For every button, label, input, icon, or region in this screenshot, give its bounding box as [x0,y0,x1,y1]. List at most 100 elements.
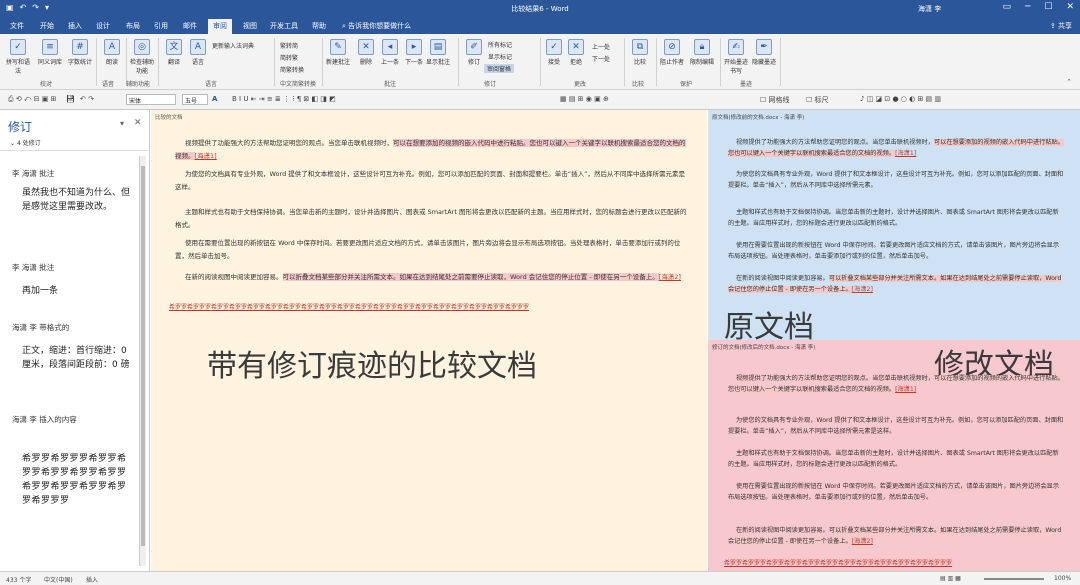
next-comment-icon: ▸ [406,39,422,55]
language-status[interactable]: 中文(中国) [44,575,73,584]
tab-design[interactable]: 设计 [96,21,110,31]
reject-button[interactable]: ✕ 拒绝 [562,39,590,66]
revision-body[interactable]: 希罗罗希罗罗罗希罗罗希罗罗希罗罗希罗罗希罗罗希罗罗希罗罗希罗罗希罗罗希罗罗罗 [22,452,134,508]
view-buttons[interactable]: ▤ ▥ ▦ [940,575,961,582]
zoom-slider[interactable] [984,578,1044,580]
show-comments-icon: ▤ [430,39,446,55]
minimize-icon[interactable]: ─ [1025,2,1030,12]
start-inking-button[interactable]: ✍ 开始墨迹书写 [722,39,750,75]
insert-mode[interactable]: 插入 [86,575,98,584]
word-count-button[interactable]: # 字数统计 [66,39,94,66]
revision-count[interactable]: ⌄ 4 处修订 [10,138,41,147]
trad-to-simp-button[interactable]: 繁转简 [280,41,298,50]
misc-icons[interactable]: ♪ ◫ ◪ ⊡ ● ○ ◐ ⊞ ▤ ▥ [860,95,941,103]
tab-file[interactable]: 文件 [10,21,24,31]
read-aloud-button[interactable]: A 朗读 [98,39,126,66]
next-change-button[interactable]: 下一处 [592,54,610,63]
thesaurus-icon: ≡ [42,39,58,55]
group-proofing: 校对 [40,81,53,88]
revision-body[interactable]: 再加一条 [22,284,134,298]
revisions-pane: 修订 ▾ ✕ ⌄ 4 处修订 李 海潇 批注 虽然我也不知道为什么、但是感觉这里… [0,110,150,571]
show-comments-button[interactable]: ▤ 显示批注 [424,39,452,66]
group-comments: 批注 [384,81,397,88]
new-comment-button[interactable]: ✎ 新建批注 [324,39,352,66]
revised-document[interactable]: 修订的文档(修改后的文档.docx - 海潇 李) 修改文档 视频提供了功能强大… [708,340,1080,571]
maximize-icon[interactable]: ☐ [1044,2,1052,12]
revision-body[interactable]: 虽然我也不知道为什么、但是感觉这里需要改改。 [22,186,134,214]
tab-home[interactable]: 开始 [40,21,54,31]
original-document[interactable]: 原文档(修改前的文档.docx - 海潇 李) 视频提供了功能强大的方法帮助您证… [708,110,1080,345]
user-name[interactable]: 海潇 李 [918,4,941,14]
compare-button[interactable]: ⧉ 比较 [626,39,654,66]
scrollbar-thumb[interactable] [141,166,145,546]
tell-me-search[interactable]: ⌕ 告诉我你想要做什么 [342,21,411,31]
revision-author: 海潇 李 插入的内容 [12,415,77,424]
ribbon-display-icon[interactable]: ▭ [1002,2,1011,12]
previous-change-button[interactable]: 上一处 [592,42,610,51]
group-speech: 语音 [102,81,115,88]
restrict-editing-icon: 🔒︎ [694,39,710,55]
separator [322,38,323,86]
chevron-down-icon: ⌄ [10,140,17,147]
paragraph: 视频提供了功能强大的方法帮助您证明您的观点。当您单击联机视频时，可以在想要添加的… [728,139,1064,157]
markup-dropdown[interactable]: 所有标记 [488,40,512,49]
tab-help[interactable]: 帮助 [312,21,326,31]
chinese-conversion-button[interactable]: 简繁转换 [280,65,304,74]
undo-icon[interactable]: ↶ ↷ [80,95,94,103]
check-accessibility-button[interactable]: ◎ 检查辅助功能 [128,39,156,75]
collapse-ribbon-icon[interactable]: ⌃ [1066,78,1072,86]
gridlines-checkbox[interactable]: ☐ 网格线 [760,95,790,105]
paragraph: 在新的阅读视图中阅读更加容易。可以折叠文档某些部分并关注所需文本。如果在达到结尾… [728,275,1062,293]
hide-ink-button[interactable]: ✒ 隐藏墨迹 [750,39,778,66]
save-icon[interactable]: 💾︎ [66,95,75,103]
separator [656,38,657,86]
tab-mailings[interactable]: 邮件 [183,21,197,31]
restrict-editing-button[interactable]: 🔒︎ 限制编辑 [688,39,716,66]
group-accessibility: 辅助功能 [126,81,151,88]
toolbar-icons[interactable]: ⎙ ⟲ ⤺ ⊟ ▣ ⊞ [8,95,56,104]
close-pane-icon[interactable]: ✕ [134,118,142,128]
simp-to-trad-button[interactable]: 简转繁 [280,53,298,62]
paragraph: 为使您的文档具有专业外观，Word 提供了和文本框设计，这些设计可互为补充。例如… [728,417,1064,435]
close-icon[interactable]: ✕ [1066,2,1074,12]
paragraph: 使用在需要位置出现的新按钮在 Word 中保存时间。若要更改图片适应文档的方式，… [728,483,1060,501]
format-buttons[interactable]: B I U ⇤ ⇥ ≡ ≣ ⋮ ⁝ ¶ ⊠ ◧ ◨ ◩ [232,95,336,103]
tab-references[interactable]: 引用 [154,21,168,31]
track-changes-button[interactable]: ✐ 修订 [460,39,488,66]
layout-buttons[interactable]: ▦ ▤ ⊞ ◉ ▣ ⊕ [560,95,609,103]
revision-body[interactable]: 正文，缩进：首行缩进：0 厘米，段落间距段前：0 磅 [22,344,134,372]
spelling-button[interactable]: ✓ 拼写和语法 [4,39,32,75]
group-chinese-conversion: 中文简繁转换 [280,81,317,88]
compared-document[interactable]: 比较的文档 视频提供了功能强大的方法帮助您证明您的观点。当您单击联机视频时，可以… [151,110,707,571]
font-name-select[interactable]: 宋体 [126,94,176,105]
revised-document-label: 修订的文档(修改后的文档.docx - 海潇 李) [712,345,816,351]
ruler-checkbox[interactable]: ☐ 标尺 [806,95,829,105]
show-markup-button[interactable]: 显示标记 [488,52,512,61]
compared-document-label: 比较的文档 [155,115,183,121]
tab-view[interactable]: 视图 [243,21,257,31]
word-count-icon: # [72,39,88,55]
word-count[interactable]: 433 个字 [6,575,31,584]
tab-insert[interactable]: 插入 [68,21,82,31]
pane-scrollbar[interactable] [139,156,146,566]
original-document-label: 原文档(修改前的文档.docx - 海潇 李) [712,115,805,121]
read-aloud-icon: A [104,39,120,55]
share-button[interactable]: ⇪ 共享 [1050,21,1072,31]
ribbon-tabs: 文件 开始 插入 设计 布局 引用 邮件 审阅 视图 开发工具 帮助 ⌕ 告诉我… [0,18,1080,34]
window-controls: ▭ ─ ☐ ✕ [1002,2,1074,12]
font-color-icon[interactable]: A [212,95,217,103]
separator [96,38,97,86]
zoom-level[interactable]: 100% [1054,575,1071,582]
separator [720,38,721,86]
language-button[interactable]: A 语言 [184,39,212,66]
block-authors-button[interactable]: ⊘ 阻止作者 [658,39,686,66]
tab-layout[interactable]: 布局 [126,21,140,31]
reviewing-pane-button[interactable]: 审阅窗格 [484,64,515,73]
tab-developer[interactable]: 开发工具 [270,21,298,31]
tab-review[interactable]: 审阅 [208,19,232,34]
pane-options-icon[interactable]: ▾ [120,119,124,128]
thesaurus-button[interactable]: ≡ 同义词库 [36,39,64,66]
format-toolbar: ⎙ ⟲ ⤺ ⊟ ▣ ⊞ 💾︎ ↶ ↷ 宋体 五号 A B I U ⇤ ⇥ ≡ ≣… [0,90,1080,110]
font-size-select[interactable]: 五号 [182,94,208,105]
update-ime-button[interactable]: 更新输入法词典 [212,41,254,50]
